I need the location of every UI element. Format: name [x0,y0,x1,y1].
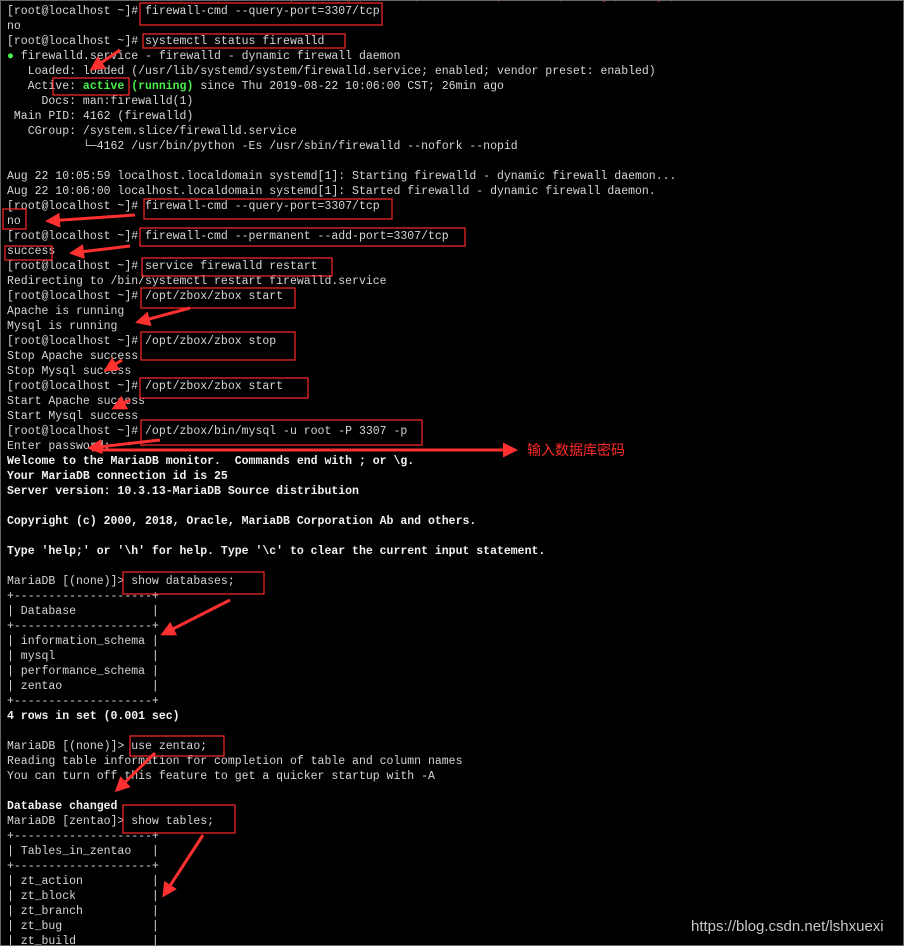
highlight-box [141,257,333,277]
arrow [87,438,161,455]
arrow [114,751,157,793]
highlight-box [139,2,383,26]
highlight-box [2,208,27,230]
highlight-box [140,331,296,361]
highlight-box [122,804,236,834]
annotation-arrows [45,48,518,898]
watermark: https://blog.csdn.net/lshxuexi [691,918,884,935]
arrow [89,48,121,71]
arrow [45,212,136,228]
highlight-box [139,227,466,247]
arrow [135,306,191,327]
terminal-window[interactable]: Error: INVALID_PORT: bad port (most like… [0,0,904,946]
arrow [69,244,131,260]
highlight-box [140,419,423,446]
highlight-box [140,287,296,309]
highlight-box [129,735,225,757]
highlight-box [52,77,130,96]
highlight-box [143,198,393,220]
arrow [162,834,205,898]
highlight-box [4,245,53,261]
arrow [160,598,231,636]
highlight-box [139,377,309,399]
arrow [103,357,123,372]
highlight-box [122,571,265,595]
annotation-note: 输入数据库密码 [527,443,625,459]
highlight-box [142,33,346,49]
annotation-overlay [2,2,518,898]
arrow [111,395,131,410]
highlight-boxes [2,2,466,834]
